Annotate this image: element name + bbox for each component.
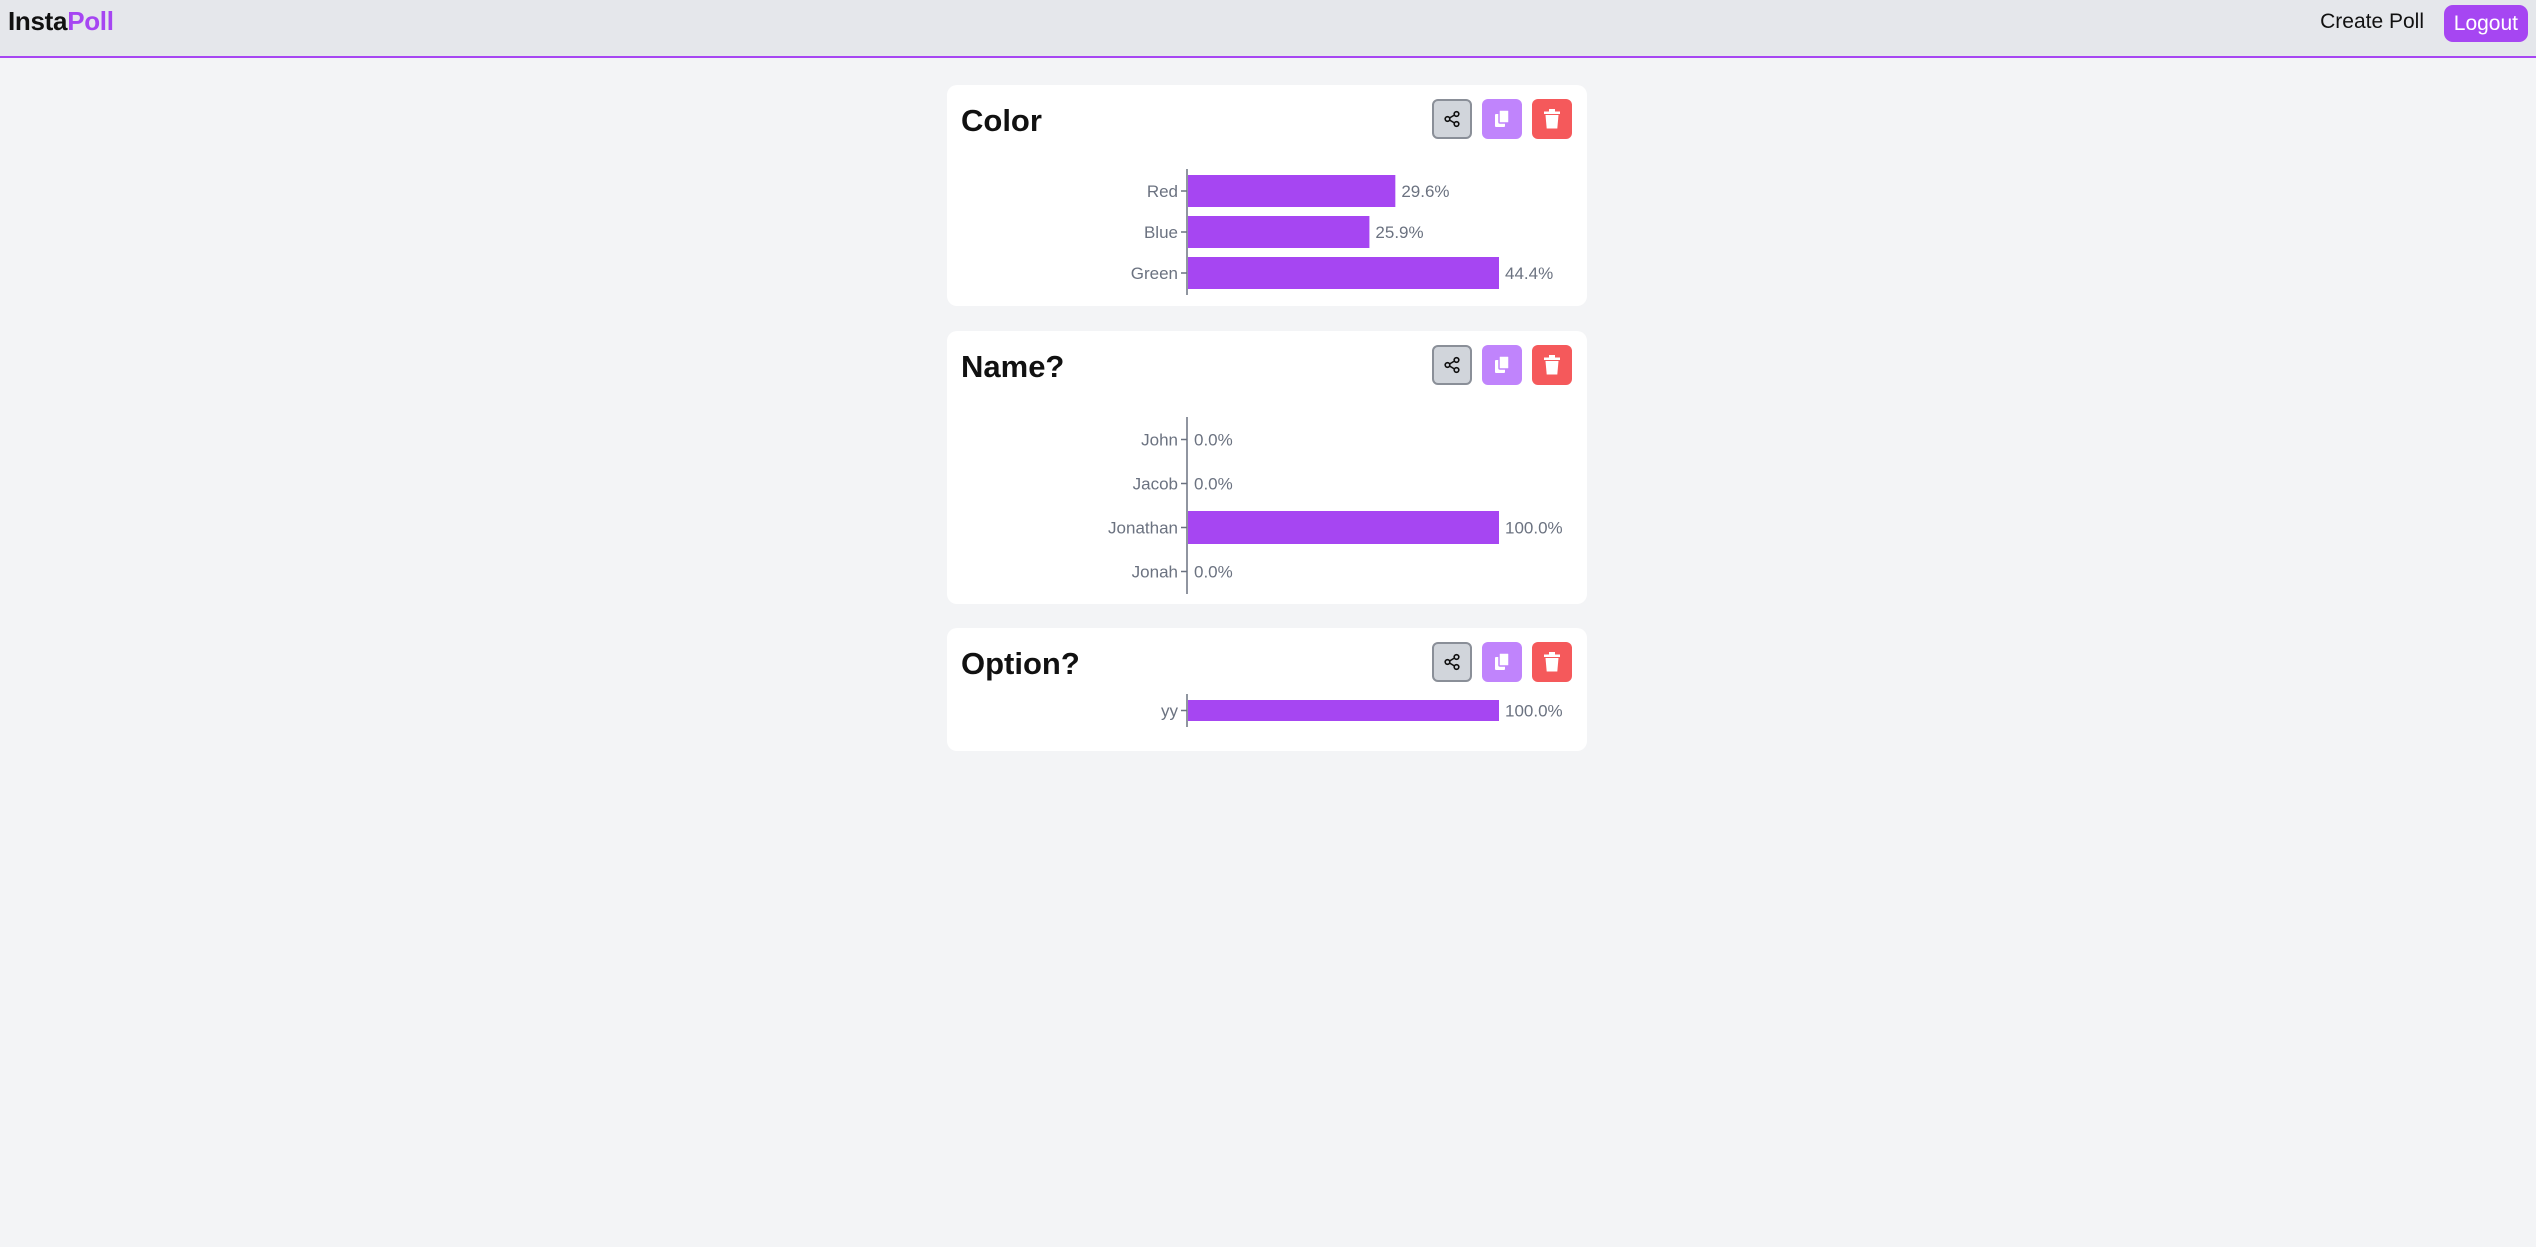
poll-card: Color Red 29.6% Blue 25.9% Green 44.4% xyxy=(947,85,1587,306)
app-logo[interactable]: InstaPoll xyxy=(8,6,114,37)
create-poll-link[interactable]: Create Poll xyxy=(2320,10,2424,34)
logout-button[interactable]: Logout xyxy=(2443,5,2528,42)
chart-category-label: yy xyxy=(1161,702,1179,721)
chart-value-label: 0.0% xyxy=(1194,563,1233,582)
chart-bar xyxy=(1188,700,1499,721)
logo-text-insta: Insta xyxy=(8,6,68,36)
poll-card: Option? yy 100.0% xyxy=(947,628,1587,751)
chart-category-label: Jonathan xyxy=(1108,519,1178,538)
chart-category-label: Red xyxy=(1147,182,1178,201)
chart-category-label: Jacob xyxy=(1133,475,1178,494)
chart-category-label: John xyxy=(1141,431,1178,450)
chart-value-label: 0.0% xyxy=(1194,431,1233,450)
chart-bar xyxy=(1188,257,1499,289)
chart-bar xyxy=(1188,175,1396,207)
logo-text-poll: Poll xyxy=(67,6,114,36)
chart-bar xyxy=(1188,216,1370,248)
chart-value-label: 100.0% xyxy=(1505,702,1563,721)
poll-result-chart: yy 100.0% xyxy=(1161,694,1563,727)
navbar: InstaPoll Create Poll Logout xyxy=(0,0,2536,58)
chart-category-label: Jonah xyxy=(1132,563,1178,582)
chart-value-label: 25.9% xyxy=(1375,223,1423,242)
chart-category-label: Green xyxy=(1131,264,1178,283)
poll-result-chart: Red 29.6% Blue 25.9% Green 44.4% xyxy=(1131,169,1553,295)
chart-value-label: 100.0% xyxy=(1505,519,1563,538)
chart-value-label: 44.4% xyxy=(1505,264,1553,283)
chart-value-label: 0.0% xyxy=(1194,475,1233,494)
chart-bar xyxy=(1188,511,1499,544)
poll-card: Name? John 0.0% Jacob 0.0% Jonathan 100.0% Jon… xyxy=(947,331,1587,604)
chart-category-label: Blue xyxy=(1144,223,1178,242)
poll-result-chart: John 0.0% Jacob 0.0% Jonathan 100.0% Jonah 0.0% xyxy=(1108,417,1563,594)
chart-value-label: 29.6% xyxy=(1401,182,1449,201)
